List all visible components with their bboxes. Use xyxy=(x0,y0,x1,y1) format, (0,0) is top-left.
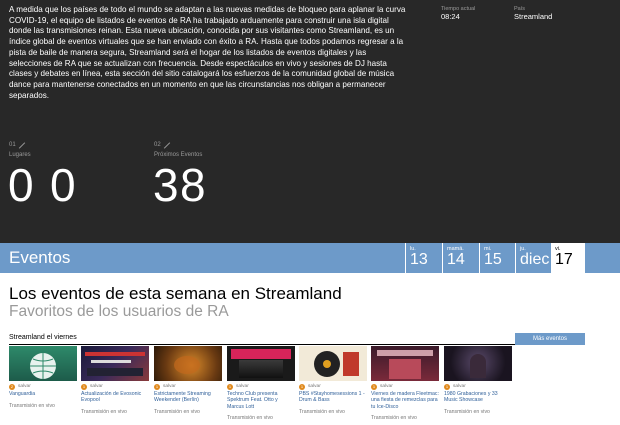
event-title[interactable]: Viernes de madera Fleetmac: una fiesta d… xyxy=(371,391,439,410)
attending-count-badge: 1 xyxy=(154,384,160,390)
events-digit-2: 8 xyxy=(180,159,206,211)
event-card[interactable]: 1 salvar Estrictamente Streaming Weekend… xyxy=(154,346,222,415)
event-title[interactable]: Vanguardia xyxy=(9,391,77,397)
performer-silhouette xyxy=(470,354,486,378)
event-status: Transmisión en vivo xyxy=(371,415,417,421)
event-card[interactable]: 1 salvar PBS #Stayhomesessions 1 - Drum … xyxy=(299,346,367,415)
event-thumbnail[interactable] xyxy=(371,346,439,381)
event-status: Transmisión en vivo xyxy=(227,415,273,421)
event-thumbnail[interactable] xyxy=(227,346,295,381)
event-title[interactable]: 1980 Grabaciones y 33 Music Showcase xyxy=(444,391,512,404)
section-divider xyxy=(9,344,515,345)
day-number: 13 xyxy=(410,251,428,268)
events-label: Próximos Eventos xyxy=(154,152,203,158)
events-title: Eventos xyxy=(9,248,71,267)
places-digit-2: 0 xyxy=(50,159,76,211)
places-slash xyxy=(18,142,26,149)
event-card[interactable]: 2 salvar Vanguardia Transmisión en vivo xyxy=(9,346,77,409)
attending-count-badge: 1 xyxy=(299,384,305,390)
event-status: Transmisión en vivo xyxy=(9,403,55,409)
event-status: Transmisión en vivo xyxy=(81,409,127,415)
country-value: Streamland xyxy=(514,12,553,21)
day-tab-16[interactable]: ju. diecis xyxy=(515,243,550,273)
event-status: Transmisión en vivo xyxy=(154,409,200,415)
page-headline: Los eventos de esta semana en Streamland xyxy=(9,284,342,303)
globe-image-icon xyxy=(30,353,56,379)
day-number: 15 xyxy=(484,251,502,268)
save-link[interactable]: salvar xyxy=(380,384,393,389)
places-label: Lugares xyxy=(9,152,31,158)
day-tab-15[interactable]: mi. 15 xyxy=(479,243,515,273)
pink-banner xyxy=(231,349,291,359)
dj-image xyxy=(239,360,283,378)
event-thumbnail[interactable] xyxy=(9,346,77,381)
save-link[interactable]: salvar xyxy=(163,384,176,389)
event-title[interactable]: Actualización de Evosonic Evopool xyxy=(81,391,149,404)
day-tab-17[interactable]: vi. 17 xyxy=(550,243,585,273)
event-title[interactable]: Techno Club presenta Spektrum Feat. Otto… xyxy=(227,391,295,410)
poster-image xyxy=(389,359,421,379)
places-digit-1: 0 xyxy=(8,159,34,211)
vinyl-image-icon xyxy=(314,351,359,377)
attending-count-badge: 1 xyxy=(227,384,233,390)
events-index: 02 xyxy=(154,142,161,148)
day-number: 17 xyxy=(555,251,573,268)
screen-stripe xyxy=(91,360,131,363)
event-card[interactable]: 1 salvar 1980 Grabaciones y 33 Music Sho… xyxy=(444,346,512,415)
page-subhead: Favoritos de los usuarios de RA xyxy=(9,303,229,320)
screen-stripe xyxy=(85,352,145,356)
event-card[interactable]: 1 salvar Techno Club presenta Spektrum F… xyxy=(227,346,295,421)
events-bar: Eventos lu. 13 mamá. 14 mi. 15 ju. dieci… xyxy=(0,243,620,273)
more-events-button[interactable]: Más eventos xyxy=(515,333,585,345)
screen-panel xyxy=(87,368,143,376)
poster-title-bar xyxy=(377,350,433,356)
attending-count-badge: 1 xyxy=(371,384,377,390)
day-number: diecis xyxy=(520,251,550,268)
intro-text: A medida que los países de todo el mundo… xyxy=(9,5,406,100)
events-digit-1: 3 xyxy=(153,159,179,211)
day-tab-13[interactable]: lu. 13 xyxy=(405,243,442,273)
event-title[interactable]: Estrictamente Streaming Weekender (Berlí… xyxy=(154,391,222,404)
day-number: 14 xyxy=(447,251,465,268)
save-link[interactable]: salvar xyxy=(18,384,31,389)
attending-count-badge: 2 xyxy=(9,384,15,390)
time-value: 08:24 xyxy=(441,12,460,21)
save-link[interactable]: salvar xyxy=(308,384,321,389)
event-thumbnail[interactable] xyxy=(299,346,367,381)
save-link[interactable]: salvar xyxy=(236,384,249,389)
event-thumbnail[interactable] xyxy=(154,346,222,381)
attending-count-badge: 1 xyxy=(81,384,87,390)
day-tab-14[interactable]: mamá. 14 xyxy=(442,243,479,273)
intro-section: A medida que los países de todo el mundo… xyxy=(0,0,620,243)
events-slash xyxy=(163,142,171,149)
save-link[interactable]: salvar xyxy=(90,384,103,389)
save-link[interactable]: salvar xyxy=(453,384,466,389)
event-card[interactable]: 1 salvar Viernes de madera Fleetmac: una… xyxy=(371,346,439,421)
section-title: Streamland el viernes xyxy=(9,334,77,341)
event-thumbnail[interactable] xyxy=(444,346,512,381)
glow-shape xyxy=(174,356,200,374)
event-card[interactable]: 1 salvar Actualización de Evosonic Evopo… xyxy=(81,346,149,415)
attending-count-badge: 1 xyxy=(444,384,450,390)
event-status: Transmisión en vivo xyxy=(444,409,490,415)
event-status: Transmisión en vivo xyxy=(299,409,345,415)
event-thumbnail[interactable] xyxy=(81,346,149,381)
places-index: 01 xyxy=(9,142,16,148)
event-title[interactable]: PBS #Stayhomesessions 1 - Drum & Bass xyxy=(299,391,367,404)
